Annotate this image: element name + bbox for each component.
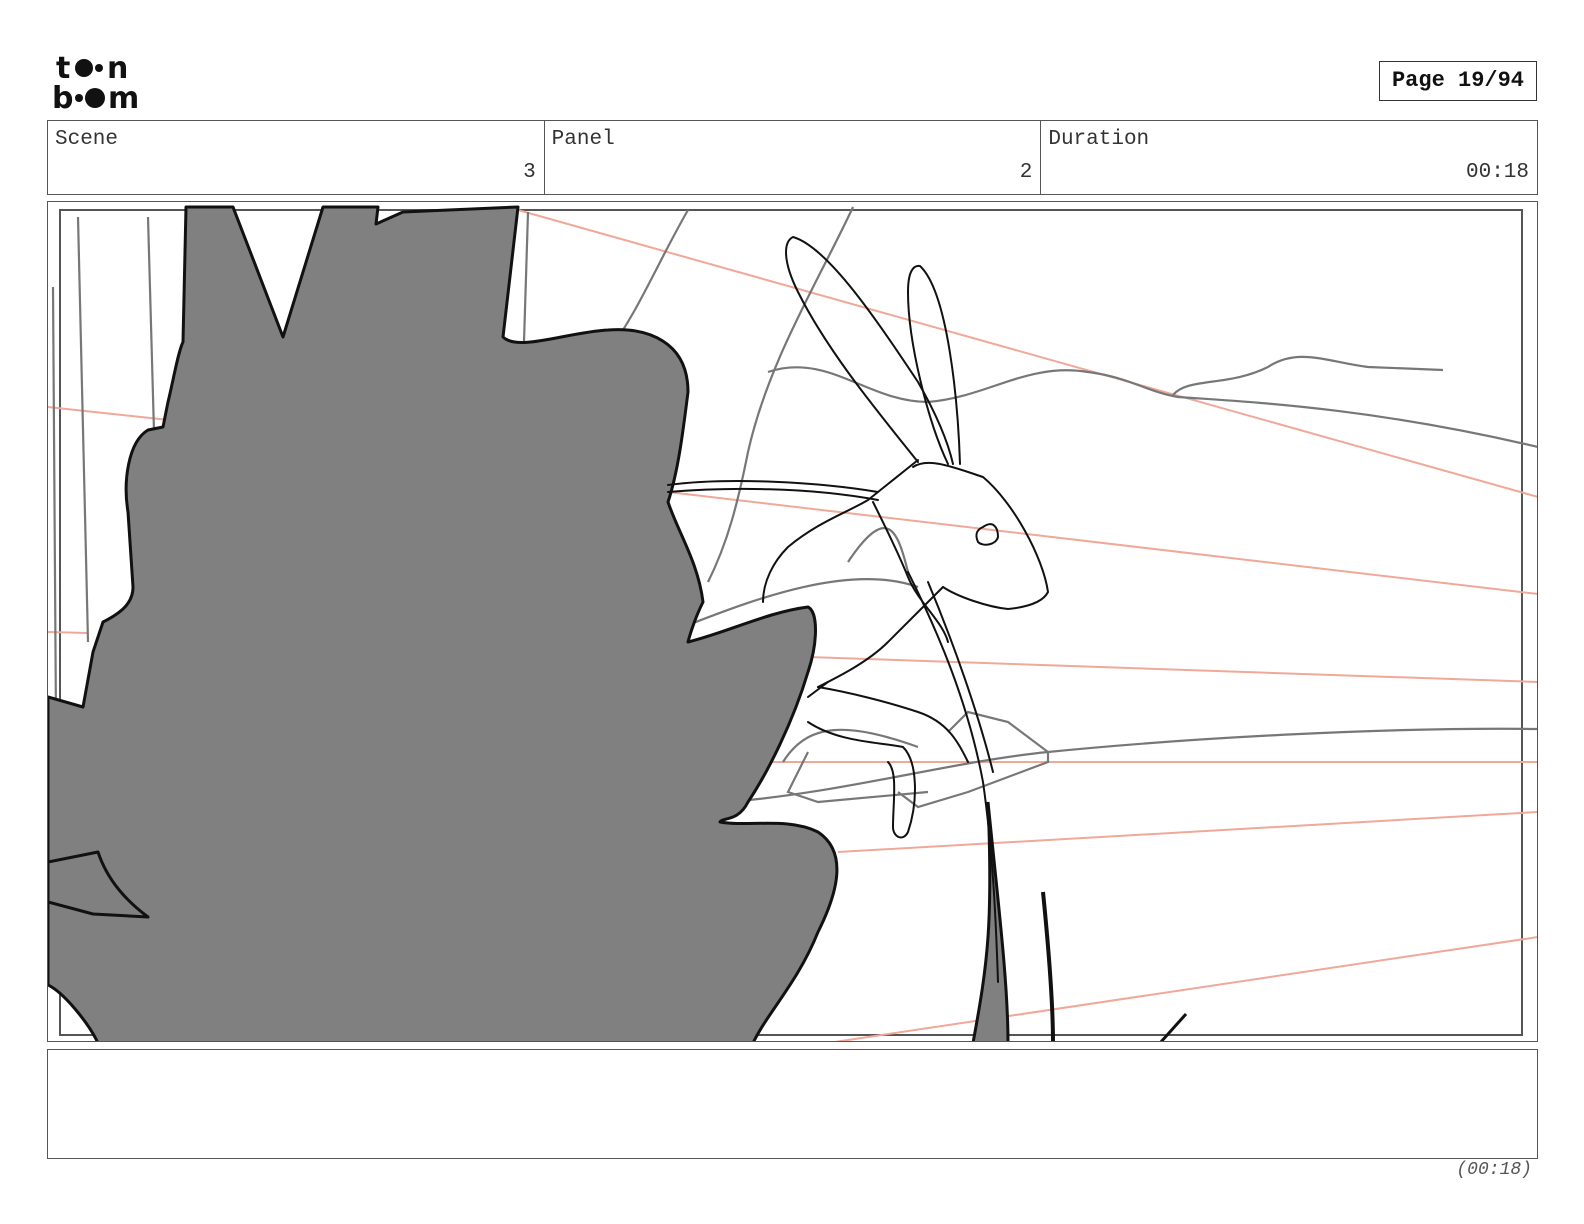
scene-cell: Scene 3 (48, 121, 545, 194)
svg-text:b: b (52, 81, 73, 112)
panel-cell: Panel 2 (545, 121, 1042, 194)
toonboom-logo-mark: t n b m (52, 51, 139, 116)
scene-label: Scene (55, 128, 119, 151)
svg-text:m: m (108, 81, 139, 112)
rabbit-sketch-drawing (48, 205, 1537, 1041)
storyboard-panel-image (47, 201, 1538, 1042)
page-number: Page 19/94 (1379, 61, 1537, 101)
toonboom-logo: t n b m (52, 50, 164, 116)
panel-label: Panel (551, 128, 615, 151)
scene-value: 3 (523, 161, 536, 184)
grass-blade-1 (971, 801, 1010, 1041)
panel-notes-box (47, 1049, 1538, 1159)
duration-value: 00:18 (1466, 161, 1530, 184)
grass-blade-2 (1041, 891, 1055, 1041)
duration-cell: Duration 00:18 (1041, 121, 1537, 194)
panel-info-row: Scene 3 Panel 2 Duration 00:18 (47, 120, 1538, 195)
footer-duration: (00:18) (1456, 1160, 1532, 1180)
panel-value: 2 (1019, 161, 1033, 184)
grass-blade-3 (1159, 1012, 1188, 1041)
foliage-silhouette (48, 205, 839, 1041)
duration-label: Duration (1048, 128, 1150, 151)
